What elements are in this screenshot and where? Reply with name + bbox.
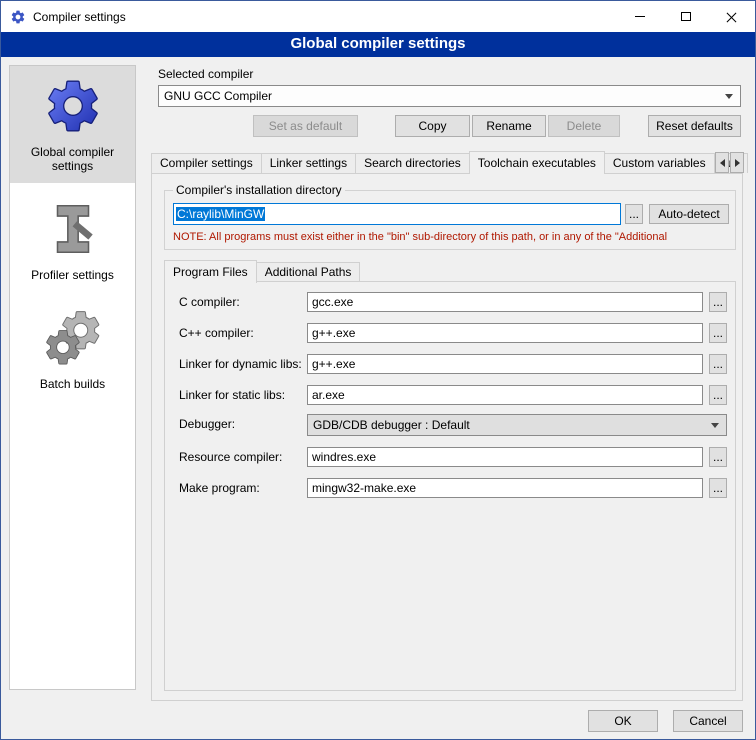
cpp-compiler-input[interactable] — [307, 323, 703, 343]
selected-compiler-select[interactable]: GNU GCC Compiler — [158, 85, 741, 107]
window-controls — [617, 1, 755, 32]
linker-static-label: Linker for static libs: — [179, 388, 285, 402]
dialog-header: Global compiler settings — [1, 32, 755, 57]
linker-dynamic-label: Linker for dynamic libs: — [179, 357, 302, 371]
field-row-make-program: Make program: ... — [165, 478, 735, 500]
blue-gear-icon — [42, 75, 104, 137]
maximize-button[interactable] — [663, 1, 709, 32]
linker-dynamic-input[interactable] — [307, 354, 703, 374]
set-as-default-button: Set as default — [253, 115, 358, 137]
close-button[interactable] — [709, 1, 755, 32]
minimize-icon — [635, 16, 645, 17]
linker-dynamic-browse-button[interactable]: ... — [709, 354, 727, 374]
arrow-left-icon — [720, 159, 725, 167]
program-tabs-strip: Program Files Additional Paths — [164, 260, 359, 282]
maximize-icon — [681, 12, 691, 21]
sidebar-item-global-compiler-settings[interactable]: Global compiler settings — [10, 66, 135, 183]
cpp-compiler-label: C++ compiler: — [179, 326, 254, 340]
resource-compiler-browse-button[interactable]: ... — [709, 447, 727, 467]
linker-static-input[interactable] — [307, 385, 703, 405]
field-row-c-compiler: C compiler: ... — [165, 292, 735, 314]
tab-additional-paths[interactable]: Additional Paths — [256, 262, 361, 282]
close-icon — [726, 11, 738, 23]
resource-compiler-label: Resource compiler: — [179, 450, 282, 464]
debugger-value: GDB/CDB debugger : Default — [313, 418, 470, 432]
c-compiler-label: C compiler: — [179, 295, 240, 309]
selected-compiler-label: Selected compiler — [158, 67, 253, 81]
chevron-down-icon — [725, 94, 733, 99]
sidebar-item-batch-builds[interactable]: Batch builds — [10, 298, 135, 401]
reset-defaults-button[interactable]: Reset defaults — [648, 115, 741, 137]
copy-button[interactable]: Copy — [395, 115, 470, 137]
minimize-button[interactable] — [617, 1, 663, 32]
toolchain-executables-panel: Compiler's installation directory C:\ray… — [151, 173, 743, 701]
ok-button[interactable]: OK — [588, 710, 658, 732]
field-row-linker-dynamic: Linker for dynamic libs: ... — [165, 354, 735, 376]
tab-search-directories[interactable]: Search directories — [355, 153, 470, 173]
field-row-debugger: Debugger: GDB/CDB debugger : Default — [165, 414, 735, 436]
cancel-button[interactable]: Cancel — [673, 710, 743, 732]
tab-custom-variables[interactable]: Custom variables — [604, 153, 715, 173]
installation-directory-input[interactable]: C:\raylib\MinGW — [173, 203, 621, 225]
window-title: Compiler settings — [33, 10, 126, 24]
installation-directory-value: C:\raylib\MinGW — [176, 207, 265, 221]
gray-gears-icon — [42, 307, 104, 369]
tab-program-files[interactable]: Program Files — [164, 260, 257, 283]
auto-detect-button[interactable]: Auto-detect — [649, 204, 729, 224]
c-compiler-input[interactable] — [307, 292, 703, 312]
rename-button[interactable]: Rename — [472, 115, 546, 137]
make-program-label: Make program: — [179, 481, 260, 495]
debugger-select[interactable]: GDB/CDB debugger : Default — [307, 414, 727, 436]
cpp-compiler-browse-button[interactable]: ... — [709, 323, 727, 343]
tab-compiler-settings[interactable]: Compiler settings — [151, 153, 262, 173]
chevron-down-icon — [711, 423, 719, 428]
program-files-panel: C compiler: ... C++ compiler: ... Linker… — [164, 281, 736, 691]
debugger-label: Debugger: — [179, 417, 235, 431]
arrow-right-icon — [735, 159, 740, 167]
sidebar-item-label: Batch builds — [13, 377, 132, 391]
field-row-cpp-compiler: C++ compiler: ... — [165, 323, 735, 345]
sidebar-item-profiler-settings[interactable]: Profiler settings — [10, 189, 135, 292]
make-program-browse-button[interactable]: ... — [709, 478, 727, 498]
field-row-resource-compiler: Resource compiler: ... — [165, 447, 735, 469]
tab-scroll-right-button[interactable] — [730, 152, 744, 173]
compiler-settings-window: Compiler settings Global compiler settin… — [0, 0, 756, 740]
make-program-input[interactable] — [307, 478, 703, 498]
linker-static-browse-button[interactable]: ... — [709, 385, 727, 405]
resource-compiler-input[interactable] — [307, 447, 703, 467]
sidebar-item-label: Global compiler settings — [13, 145, 132, 173]
settings-sidebar: Global compiler settings Profiler settin… — [9, 65, 136, 690]
installation-directory-group-title: Compiler's installation directory — [173, 183, 345, 197]
delete-button: Delete — [548, 115, 620, 137]
selected-compiler-value: GNU GCC Compiler — [164, 89, 272, 103]
settings-tab-strip: Compiler settings Linker settings Search… — [151, 151, 747, 173]
installation-directory-group: Compiler's installation directory C:\ray… — [164, 190, 736, 250]
tab-scroll-left-button[interactable] — [715, 152, 729, 173]
sidebar-item-label: Profiler settings — [13, 268, 132, 282]
bin-subdirectory-note: NOTE: All programs must exist either in … — [173, 231, 733, 243]
titlebar: Compiler settings — [1, 1, 755, 32]
c-compiler-browse-button[interactable]: ... — [709, 292, 727, 312]
app-icon — [10, 9, 26, 25]
profiler-tool-icon — [42, 198, 104, 260]
installation-directory-browse-button[interactable]: ... — [625, 204, 643, 224]
field-row-linker-static: Linker for static libs: ... — [165, 385, 735, 407]
tab-toolchain-executables[interactable]: Toolchain executables — [469, 151, 605, 174]
tab-linker-settings[interactable]: Linker settings — [261, 153, 356, 173]
